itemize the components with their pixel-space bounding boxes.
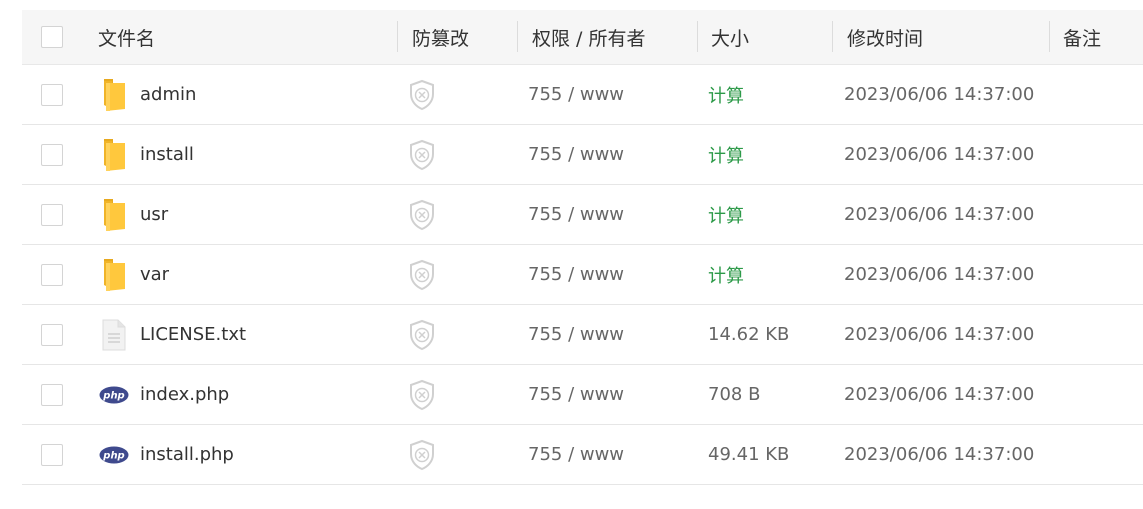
php-file-icon: php bbox=[98, 437, 130, 473]
row-checkbox[interactable] bbox=[41, 143, 63, 166]
modified-time: 2023/06/06 14:37:00 bbox=[844, 144, 1035, 165]
calculate-size-link[interactable]: 计算 bbox=[708, 65, 744, 124]
svg-text:php: php bbox=[102, 390, 124, 401]
row-checkbox[interactable] bbox=[41, 203, 63, 226]
file-row[interactable]: LICENSE.txt 755 / www 14.62 KB 2023/06/06 1… bbox=[22, 305, 1143, 365]
file-size: 49.41 KB bbox=[708, 444, 790, 465]
calculate-size-link[interactable]: 计算 bbox=[708, 125, 744, 184]
column-divider[interactable] bbox=[1049, 21, 1050, 52]
tamper-protect-toggle[interactable] bbox=[408, 125, 436, 184]
folder-icon bbox=[98, 257, 130, 293]
select-all-checkbox[interactable] bbox=[41, 26, 63, 48]
column-header-note[interactable]: 备注 bbox=[1063, 10, 1101, 64]
column-divider[interactable] bbox=[832, 21, 833, 52]
shield-off-icon[interactable] bbox=[408, 439, 436, 471]
shield-off-icon[interactable] bbox=[408, 199, 436, 231]
column-divider[interactable] bbox=[697, 21, 698, 52]
file-row[interactable]: php index.php 755 / www 708 B 2023/06/06 14:… bbox=[22, 365, 1143, 425]
permission-owner[interactable]: 755 / www bbox=[528, 125, 624, 184]
file-name[interactable]: usr bbox=[140, 204, 168, 225]
note-cell[interactable] bbox=[1063, 305, 1133, 364]
modified-time: 2023/06/06 14:37:00 bbox=[844, 324, 1035, 345]
modified-time: 2023/06/06 14:37:00 bbox=[844, 84, 1035, 105]
file-row[interactable]: var 755 / www 计算 2023/06/06 14:37:00 bbox=[22, 245, 1143, 305]
calculate-size-link[interactable]: 计算 bbox=[708, 185, 744, 244]
note-cell[interactable] bbox=[1063, 125, 1133, 184]
calculate-size-link[interactable]: 计算 bbox=[708, 245, 744, 304]
column-divider[interactable] bbox=[397, 21, 398, 52]
shield-off-icon[interactable] bbox=[408, 79, 436, 111]
tamper-protect-toggle[interactable] bbox=[408, 65, 436, 124]
file-name[interactable]: install.php bbox=[140, 444, 234, 465]
svg-text:php: php bbox=[102, 450, 124, 461]
modified-time: 2023/06/06 14:37:00 bbox=[844, 264, 1035, 285]
row-checkbox[interactable] bbox=[41, 323, 63, 346]
file-name-cell[interactable]: LICENSE.txt bbox=[98, 305, 246, 364]
file-row[interactable]: usr 755 / www 计算 2023/06/06 14:37:00 bbox=[22, 185, 1143, 245]
permission-owner[interactable]: 755 / www bbox=[528, 65, 624, 124]
tamper-protect-toggle[interactable] bbox=[408, 245, 436, 304]
text-file-icon bbox=[98, 317, 130, 353]
file-name-cell[interactable]: var bbox=[98, 245, 169, 304]
column-divider[interactable] bbox=[517, 21, 518, 52]
file-name[interactable]: install bbox=[140, 144, 194, 165]
file-row[interactable]: admin 755 / www 计算 2023/06/06 14:37:00 bbox=[22, 65, 1143, 125]
file-name-cell[interactable]: install bbox=[98, 125, 194, 184]
row-checkbox[interactable] bbox=[41, 263, 63, 286]
modified-time: 2023/06/06 14:37:00 bbox=[844, 444, 1035, 465]
column-header-size[interactable]: 大小 bbox=[711, 10, 749, 64]
modified-time: 2023/06/06 14:37:00 bbox=[844, 204, 1035, 225]
permission-owner[interactable]: 755 / www bbox=[528, 425, 624, 484]
note-cell[interactable] bbox=[1063, 365, 1133, 424]
shield-off-icon[interactable] bbox=[408, 139, 436, 171]
folder-icon bbox=[98, 137, 130, 173]
column-header-name[interactable]: 文件名 bbox=[98, 10, 155, 64]
shield-off-icon[interactable] bbox=[408, 259, 436, 291]
tamper-protect-toggle[interactable] bbox=[408, 185, 436, 244]
folder-icon bbox=[98, 77, 130, 113]
note-cell[interactable] bbox=[1063, 185, 1133, 244]
permission-owner[interactable]: 755 / www bbox=[528, 245, 624, 304]
file-name-cell[interactable]: admin bbox=[98, 65, 196, 124]
file-name-cell[interactable]: php install.php bbox=[98, 425, 234, 484]
file-size: 708 B bbox=[708, 384, 761, 405]
php-file-icon: php bbox=[98, 377, 130, 413]
file-table: 文件名 防篡改 权限 / 所有者 大小 修改时间 备注 admin 755 / w… bbox=[22, 10, 1143, 485]
folder-icon bbox=[98, 197, 130, 233]
file-name[interactable]: LICENSE.txt bbox=[140, 324, 246, 345]
permission-owner[interactable]: 755 / www bbox=[528, 185, 624, 244]
row-checkbox[interactable] bbox=[41, 383, 63, 406]
note-cell[interactable] bbox=[1063, 65, 1133, 124]
note-cell[interactable] bbox=[1063, 425, 1133, 484]
file-name[interactable]: var bbox=[140, 264, 169, 285]
column-header-permissions[interactable]: 权限 / 所有者 bbox=[532, 10, 645, 64]
shield-off-icon[interactable] bbox=[408, 319, 436, 351]
file-name[interactable]: index.php bbox=[140, 384, 229, 405]
note-cell[interactable] bbox=[1063, 245, 1133, 304]
tamper-protect-toggle[interactable] bbox=[408, 305, 436, 364]
file-row[interactable]: install 755 / www 计算 2023/06/06 14:37:00 bbox=[22, 125, 1143, 185]
file-name[interactable]: admin bbox=[140, 84, 196, 105]
column-header-modified[interactable]: 修改时间 bbox=[847, 10, 923, 64]
file-size: 14.62 KB bbox=[708, 324, 790, 345]
tamper-protect-toggle[interactable] bbox=[408, 425, 436, 484]
file-row[interactable]: php install.php 755 / www 49.41 KB 2023/06/0… bbox=[22, 425, 1143, 485]
modified-time: 2023/06/06 14:37:00 bbox=[844, 384, 1035, 405]
shield-off-icon[interactable] bbox=[408, 379, 436, 411]
permission-owner[interactable]: 755 / www bbox=[528, 305, 624, 364]
table-header: 文件名 防篡改 权限 / 所有者 大小 修改时间 备注 bbox=[22, 10, 1143, 65]
column-header-tamper[interactable]: 防篡改 bbox=[412, 10, 469, 64]
tamper-protect-toggle[interactable] bbox=[408, 365, 436, 424]
permission-owner[interactable]: 755 / www bbox=[528, 365, 624, 424]
file-name-cell[interactable]: usr bbox=[98, 185, 168, 244]
row-checkbox[interactable] bbox=[41, 83, 63, 106]
file-name-cell[interactable]: php index.php bbox=[98, 365, 229, 424]
row-checkbox[interactable] bbox=[41, 443, 63, 466]
